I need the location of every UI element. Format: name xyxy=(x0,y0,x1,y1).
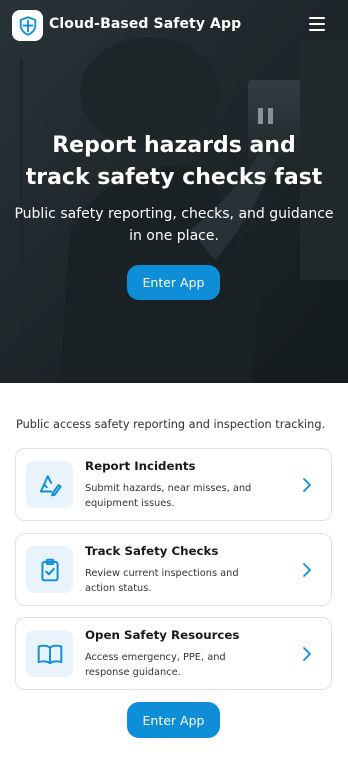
card-report-incidents[interactable]: Report Incidents Submit hazards, near mi… xyxy=(15,448,332,521)
hamburger-menu-icon-bar xyxy=(309,23,325,25)
card-title: Report Incidents xyxy=(85,459,196,473)
app-logo[interactable] xyxy=(12,10,43,41)
chevron-right-icon xyxy=(303,563,311,577)
card-icon-container xyxy=(26,546,73,593)
card-description-line-2: equipment issues. xyxy=(85,498,175,509)
book-icon xyxy=(37,644,62,664)
chevron-right-icon xyxy=(303,647,311,661)
hero-title-line-1: Report hazards and xyxy=(52,133,296,158)
hero-enter-app-button[interactable]: Enter App xyxy=(127,265,220,300)
card-description-line-1: Access emergency, PPE, and xyxy=(85,652,226,663)
hero-subtitle: Public safety reporting, checks, and gui… xyxy=(8,203,340,247)
card-description: Access emergency, PPE, and response guid… xyxy=(85,650,275,680)
card-title: Track Safety Checks xyxy=(85,544,219,558)
hazard-pen-icon xyxy=(39,474,62,496)
card-description-line-1: Review current inspections and xyxy=(85,568,239,579)
card-description: Submit hazards, near misses, and equipme… xyxy=(85,481,275,511)
hamburger-menu-icon-bar xyxy=(309,29,325,31)
card-icon-container xyxy=(26,461,73,508)
card-description: Review current inspections and action st… xyxy=(85,566,275,596)
shield-icon xyxy=(19,15,36,36)
intro-text: Public access safety reporting and inspe… xyxy=(16,418,326,431)
hero-title-line-2: track safety checks fast xyxy=(25,165,323,190)
card-icon-container xyxy=(26,630,73,677)
card-title: Open Safety Resources xyxy=(85,628,240,642)
card-description-line-2: response guidance. xyxy=(85,667,181,678)
hero-section: Cloud-Based Safety App Report hazards an… xyxy=(0,0,348,383)
hamburger-menu-icon xyxy=(309,17,325,19)
top-navigation-bar: Cloud-Based Safety App xyxy=(0,0,348,52)
chevron-right-icon xyxy=(303,478,311,492)
hero-subtitle-line-2: in one place. xyxy=(129,228,219,244)
hero-title: Report hazards and track safety checks f… xyxy=(0,130,348,194)
clipboard-check-icon xyxy=(40,558,59,581)
app-title: Cloud-Based Safety App xyxy=(49,16,242,32)
card-description-line-2: action status. xyxy=(85,583,152,594)
hamburger-menu-button[interactable] xyxy=(309,16,327,32)
card-description-line-1: Submit hazards, near misses, and xyxy=(85,483,252,494)
bottom-enter-app-button[interactable]: Enter App xyxy=(127,702,220,738)
card-track-safety-checks[interactable]: Track Safety Checks Review current inspe… xyxy=(15,533,332,606)
hero-subtitle-line-1: Public safety reporting, checks, and gui… xyxy=(14,206,334,222)
card-open-safety-resources[interactable]: Open Safety Resources Access emergency, … xyxy=(15,617,332,690)
